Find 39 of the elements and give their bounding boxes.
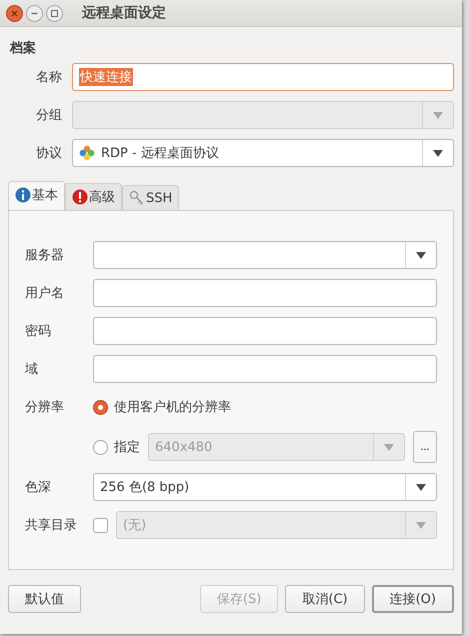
radio-option[interactable]: 使用客户机的分辨率 — [93, 398, 231, 416]
protocol-dropdown[interactable]: RDP - 远程桌面协议 — [72, 139, 454, 167]
tab[interactable]: 基本 — [8, 181, 65, 211]
caret-icon — [433, 150, 443, 156]
field-label: 色深 — [25, 479, 52, 496]
input-field[interactable] — [93, 279, 437, 307]
field-label: 共享目录 — [25, 517, 78, 534]
caret-icon — [433, 112, 443, 118]
maximize-icon — [51, 10, 58, 16]
close-button[interactable] — [6, 4, 23, 22]
caret-icon — [416, 484, 426, 490]
field-label: 协议 — [35, 145, 62, 162]
info-icon — [15, 187, 31, 203]
field-label: 分组 — [35, 107, 62, 124]
field-label: 服务器 — [25, 247, 65, 264]
tab[interactable]: SSH — [122, 185, 180, 210]
input-field[interactable] — [93, 317, 437, 345]
field-label: 名称 — [35, 69, 62, 86]
minimize-button[interactable] — [26, 4, 43, 22]
dialog-button[interactable]: 默认值 — [8, 585, 81, 613]
caret-icon — [416, 522, 426, 528]
field-label: 域 — [25, 361, 39, 378]
tab[interactable]: 高级 — [65, 183, 122, 210]
exclamation-icon — [72, 189, 88, 205]
server-combo[interactable] — [93, 241, 437, 269]
maximize-button[interactable] — [46, 4, 63, 22]
section-heading: 档案 — [10, 40, 37, 57]
caret-icon — [416, 252, 426, 258]
color-depth-dropdown[interactable]: 256 色(8 bpp) — [93, 473, 437, 501]
field-label: 用户名 — [25, 285, 65, 302]
close-icon — [11, 10, 18, 16]
caret-icon — [384, 444, 394, 450]
field-label: 密码 — [25, 323, 52, 340]
input-field[interactable] — [93, 355, 437, 383]
dialog-button[interactable]: 取消(C) — [285, 585, 365, 613]
window-title: 远程桌面设定 — [82, 4, 166, 22]
key-icon — [129, 190, 145, 206]
field-label: 分辨率 — [25, 399, 65, 416]
dialog-button[interactable]: 连接(O) — [372, 585, 454, 613]
